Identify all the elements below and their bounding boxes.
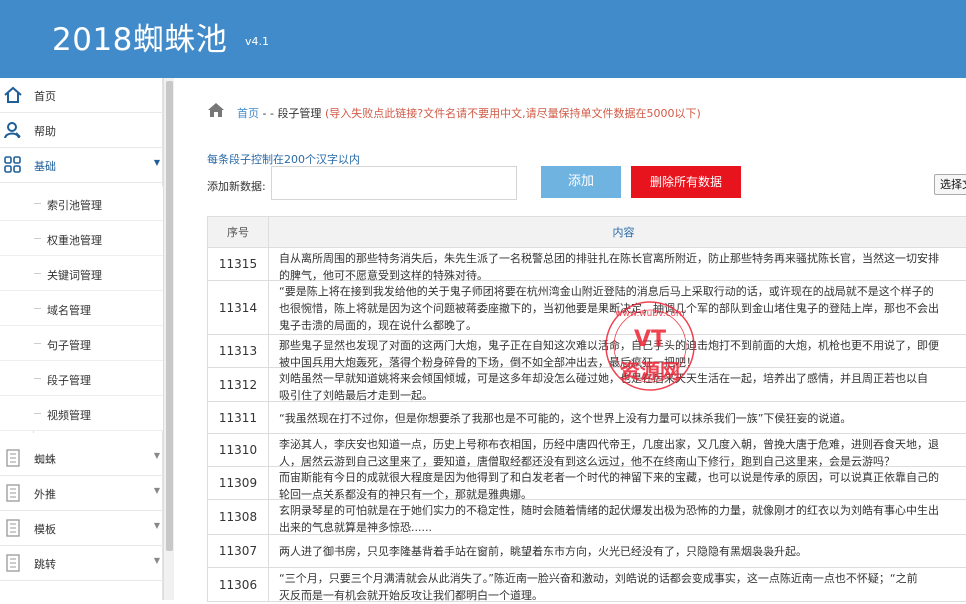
sidebar-subitem-domains[interactable]: 域名管理 <box>0 291 163 326</box>
table-row: 11313 那些鬼子显然也发现了对面的这两门大炮，鬼子正在自知这次难以活命，自己手… <box>208 335 966 369</box>
table-row: 11315 自从离所周围的那些特务消失后，朱先生派了一名税警总团的排驻扎在陈长官离… <box>208 248 966 282</box>
sidebar-subitem-label: 段子管理 <box>47 374 91 387</box>
row-content-line: 李泌其人，李庆安也知道一点，历史上号称布衣相国，历经中唐四代帝王，几度出家，又几… <box>279 438 939 451</box>
sidebar-subitem-videos[interactable]: 视频管理 <box>0 396 163 431</box>
row-id: 11314 <box>208 281 269 334</box>
user-icon <box>4 121 22 139</box>
doc-icon <box>4 484 22 502</box>
table-row: 11306 “三个月，只要三个月满清就会从此消失了。”陈近南一脸兴奋和激动，刘皓说… <box>208 568 966 602</box>
sidebar-subitem-index-pool[interactable]: 索引池管理 <box>0 186 163 221</box>
sidebar-item-external[interactable]: 外推 ▼ <box>0 476 163 511</box>
breadcrumb: 首页 - - 段子管理 (导入失败点此链接?文件名请不要用中文,请尽量保持单文件… <box>174 78 966 144</box>
row-content-line: 玄阴录琴星的可怕就是在于她们实力的不稳定性，随时会随着情绪的起伏爆发出极为恐怖的… <box>279 504 939 517</box>
sidebar-subitem-keywords[interactable]: 关键词管理 <box>0 256 163 291</box>
caret-down-icon: ▼ <box>153 451 160 460</box>
scrollbar-thumb[interactable] <box>166 81 173 551</box>
table-body: 11315 自从离所周围的那些特务消失后，朱先生派了一名税警总团的排驻扎在陈长官离… <box>208 248 966 602</box>
sidebar-subitem-jokes[interactable]: 段子管理 <box>0 361 163 396</box>
import-help-link[interactable]: (导入失败点此链接?文件名请不要用中文,请尽量保持单文件数据在5000以下) <box>325 107 701 120</box>
sidebar-subitem-label: 索引池管理 <box>47 199 102 212</box>
sidebar-scrollbar[interactable] <box>163 78 174 600</box>
table-row: 11314 “要是陈上将在接到我发给他的关于鬼子师团将要在杭州湾金山附近登陆的消息… <box>208 281 966 335</box>
caret-down-icon: ▼ <box>153 158 160 167</box>
sidebar-item-label: 帮助 <box>34 125 56 138</box>
choose-file-button[interactable]: 选择文 <box>934 174 966 195</box>
grid-icon <box>4 156 22 174</box>
row-content-line: 也很惋惜，陈上将就是因为这个问题被蒋委座撤下的，当初他要是果断决定，抽调几个军的… <box>279 302 939 315</box>
row-content-line: 那些鬼子显然也发现了对面的这两门大炮，鬼子正在自知这次难以活命，自己手头的迫击炮… <box>279 339 939 352</box>
sidebar-item-label: 基础 <box>34 160 56 173</box>
sidebar-subitem-label: 视频管理 <box>47 409 91 422</box>
app-header: 2018蜘蛛池 v4.1 <box>0 0 966 78</box>
row-content-line: 两人进了御书房，只见李隆基背着手站在窗前，眺望着东市方向，火光已经没有了，只隐隐… <box>279 545 807 558</box>
table-header: 序号 内容 <box>208 216 966 249</box>
home-icon <box>4 86 22 104</box>
sidebar-subitem-label: 域名管理 <box>47 304 91 317</box>
sidebar-subitem-label: 关键词管理 <box>47 269 102 282</box>
breadcrumb-current: 段子管理 <box>277 107 322 120</box>
row-content-line: 刘皓虽然一早就知道姚将来会倾国倾城，可是这多年却没怎么碰过她，也是在后来天天生活… <box>279 372 928 385</box>
sidebar-item-label: 模板 <box>34 523 56 536</box>
add-button[interactable]: 添加 <box>541 166 621 198</box>
row-id: 11313 <box>208 335 269 367</box>
doc-icon <box>4 449 22 467</box>
row-id: 11307 <box>208 535 269 567</box>
row-content-line: 出来的气息就算是神多惊恐...... <box>279 521 432 534</box>
sidebar-item-templates[interactable]: 模板 ▼ <box>0 511 163 546</box>
sidebar-item-home[interactable]: 首页 <box>0 78 163 113</box>
sidebar-item-basic[interactable]: 基础 ▼ <box>0 148 163 183</box>
column-header-content: 内容 <box>612 226 635 239</box>
breadcrumb-home-link[interactable]: 首页 <box>237 107 259 120</box>
row-id: 11309 <box>208 467 269 499</box>
caret-down-icon: ▼ <box>153 521 160 530</box>
row-id: 11315 <box>208 248 269 280</box>
column-header-id: 序号 <box>208 217 269 249</box>
sidebar-subitem-weight-pool[interactable]: 权重池管理 <box>0 221 163 256</box>
table-row: 11311 “我虽然现在打不过你，但是你想要杀了我那也是不可能的，这个世界上没有力… <box>208 402 966 434</box>
app-version: v4.1 <box>245 35 270 48</box>
doc-icon <box>4 519 22 537</box>
add-data-input[interactable] <box>271 166 517 200</box>
caret-down-icon: ▼ <box>153 486 160 495</box>
app-title: 2018蜘蛛池 <box>52 22 228 58</box>
sidebar-item-label: 蜘蛛 <box>34 453 56 466</box>
sidebar-item-help[interactable]: 帮助 <box>0 113 163 148</box>
main-content: 首页 - - 段子管理 (导入失败点此链接?文件名请不要用中文,请尽量保持单文件… <box>174 78 966 602</box>
sidebar-item-label: 外推 <box>34 488 56 501</box>
table-row: 11307 两人进了御书房，只见李隆基背着手站在窗前，眺望着东市方向，火光已经没有… <box>208 535 966 568</box>
sidebar-item-redirect[interactable]: 跳转 ▼ <box>0 546 163 581</box>
delete-all-button[interactable]: 删除所有数据 <box>631 166 741 198</box>
doc-icon <box>4 554 22 572</box>
row-content-line: 鬼子击溃的局面的，现在说什么都晚了。 <box>279 319 477 332</box>
row-id: 11310 <box>208 434 269 466</box>
row-id: 11308 <box>208 500 269 534</box>
sidebar-subitem-sentences[interactable]: 句子管理 <box>0 326 163 361</box>
row-id: 11306 <box>208 568 269 601</box>
table-row: 11310 李泌其人，李庆安也知道一点，历史上号称布衣相国，历经中唐四代帝王，几度… <box>208 434 966 468</box>
table-row: 11308 玄阴录琴星的可怕就是在于她们实力的不稳定性，随时会随着情绪的起伏爆发出… <box>208 500 966 535</box>
sidebar-item-label: 首页 <box>34 90 56 103</box>
length-hint: 每条段子控制在200个汉字以内 <box>207 153 360 166</box>
row-content-line: “我虽然现在打不过你，但是你想要杀了我那也是不可能的，这个世界上没有力量可以抹杀… <box>279 412 852 425</box>
sidebar-subitem-label: 权重池管理 <box>47 234 102 247</box>
table-row: 11309 而宙斯能有今日的成就很大程度是因为他得到了和白发老者一个时代的神留下来… <box>208 467 966 501</box>
row-id: 11311 <box>208 402 269 433</box>
sidebar-subitem-label: 句子管理 <box>47 339 91 352</box>
jokes-table: 序号 内容 11315 自从离所周围的那些特务消失后，朱先生派了一名税警总团的排驻… <box>207 216 966 602</box>
breadcrumb-separator: - - <box>259 107 278 120</box>
home-icon[interactable] <box>207 102 225 118</box>
sidebar-item-spider[interactable]: 蜘蛛 ▼ <box>0 441 163 476</box>
row-content-line: 而宙斯能有今日的成就很大程度是因为他得到了和白发老者一个时代的神留下来的宝藏，也… <box>279 471 939 484</box>
row-content-line: 灭反而是一有机会就开始反攻让我们都明白一个道理。 <box>279 589 543 602</box>
table-row: 11312 刘皓虽然一早就知道姚将来会倾国倾城，可是这多年却没怎么碰过她，也是在后… <box>208 368 966 402</box>
row-content-line: “要是陈上将在接到我发给他的关于鬼子师团将要在杭州湾金山附近登陆的消息后马上采取… <box>279 285 934 298</box>
caret-down-icon: ▼ <box>153 556 160 565</box>
row-content-line: 自从离所周围的那些特务消失后，朱先生派了一名税警总团的排驻扎在陈长官离所附近，防… <box>279 252 939 265</box>
row-content-line: “三个月，只要三个月满清就会从此消失了。”陈近南一脸兴奋和激动，刘皓说的话都会变… <box>279 572 918 585</box>
row-id: 11312 <box>208 368 269 401</box>
sidebar: 首页 帮助 基础 ▼ 索引池管理 权重池管理 关键词管理 域名管理 句子管理 段… <box>0 78 163 600</box>
add-data-label: 添加新数据: <box>207 180 266 193</box>
sidebar-item-label: 跳转 <box>34 558 56 571</box>
